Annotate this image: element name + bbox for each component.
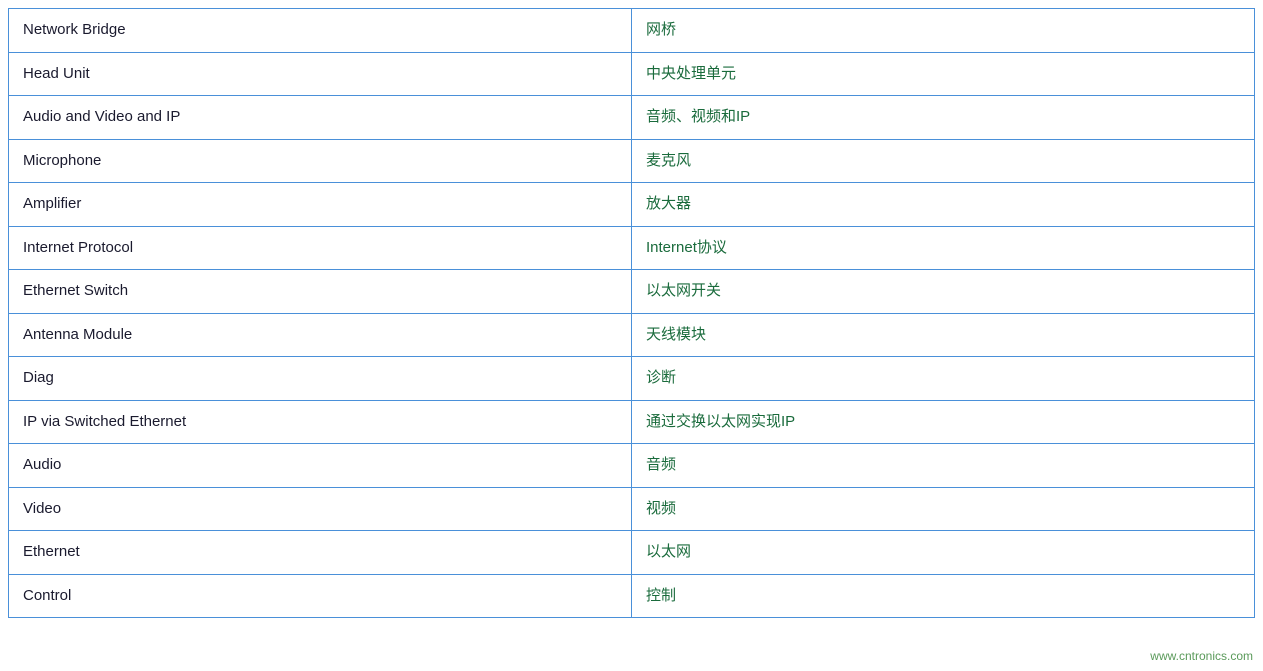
table-row: Antenna Module天线模块 [9,313,1255,357]
chinese-term: 中央处理单元 [632,52,1255,96]
english-term: Internet Protocol [9,226,632,270]
chinese-term: 视频 [632,487,1255,531]
english-term: Network Bridge [9,9,632,53]
chinese-term: 天线模块 [632,313,1255,357]
table-row: Audio音频 [9,444,1255,488]
table-container: Network Bridge网桥Head Unit中央处理单元Audio and… [0,0,1263,648]
english-term: Microphone [9,139,632,183]
chinese-term: Internet协议 [632,226,1255,270]
table-row: Diag诊断 [9,357,1255,401]
english-term: Ethernet Switch [9,270,632,314]
chinese-term: 麦克风 [632,139,1255,183]
translation-table: Network Bridge网桥Head Unit中央处理单元Audio and… [8,8,1255,618]
table-row: IP via Switched Ethernet通过交换以太网实现IP [9,400,1255,444]
english-term: IP via Switched Ethernet [9,400,632,444]
table-row: Internet ProtocolInternet协议 [9,226,1255,270]
table-row: Control控制 [9,574,1255,618]
english-term: Video [9,487,632,531]
english-term: Ethernet [9,531,632,575]
chinese-term: 放大器 [632,183,1255,227]
table-row: Ethernet以太网 [9,531,1255,575]
table-row: Audio and Video and IP音频、视频和IP [9,96,1255,140]
table-row: Head Unit中央处理单元 [9,52,1255,96]
english-term: Head Unit [9,52,632,96]
english-term: Diag [9,357,632,401]
chinese-term: 以太网开关 [632,270,1255,314]
english-term: Audio and Video and IP [9,96,632,140]
table-row: Video视频 [9,487,1255,531]
table-row: Ethernet Switch以太网开关 [9,270,1255,314]
chinese-term: 音频 [632,444,1255,488]
watermark: www.cntronics.com [1150,649,1253,663]
english-term: Control [9,574,632,618]
chinese-term: 控制 [632,574,1255,618]
table-row: Microphone麦克风 [9,139,1255,183]
chinese-term: 通过交换以太网实现IP [632,400,1255,444]
english-term: Audio [9,444,632,488]
english-term: Amplifier [9,183,632,227]
chinese-term: 网桥 [632,9,1255,53]
chinese-term: 诊断 [632,357,1255,401]
english-term: Antenna Module [9,313,632,357]
table-row: Network Bridge网桥 [9,9,1255,53]
chinese-term: 音频、视频和IP [632,96,1255,140]
chinese-term: 以太网 [632,531,1255,575]
table-row: Amplifier放大器 [9,183,1255,227]
